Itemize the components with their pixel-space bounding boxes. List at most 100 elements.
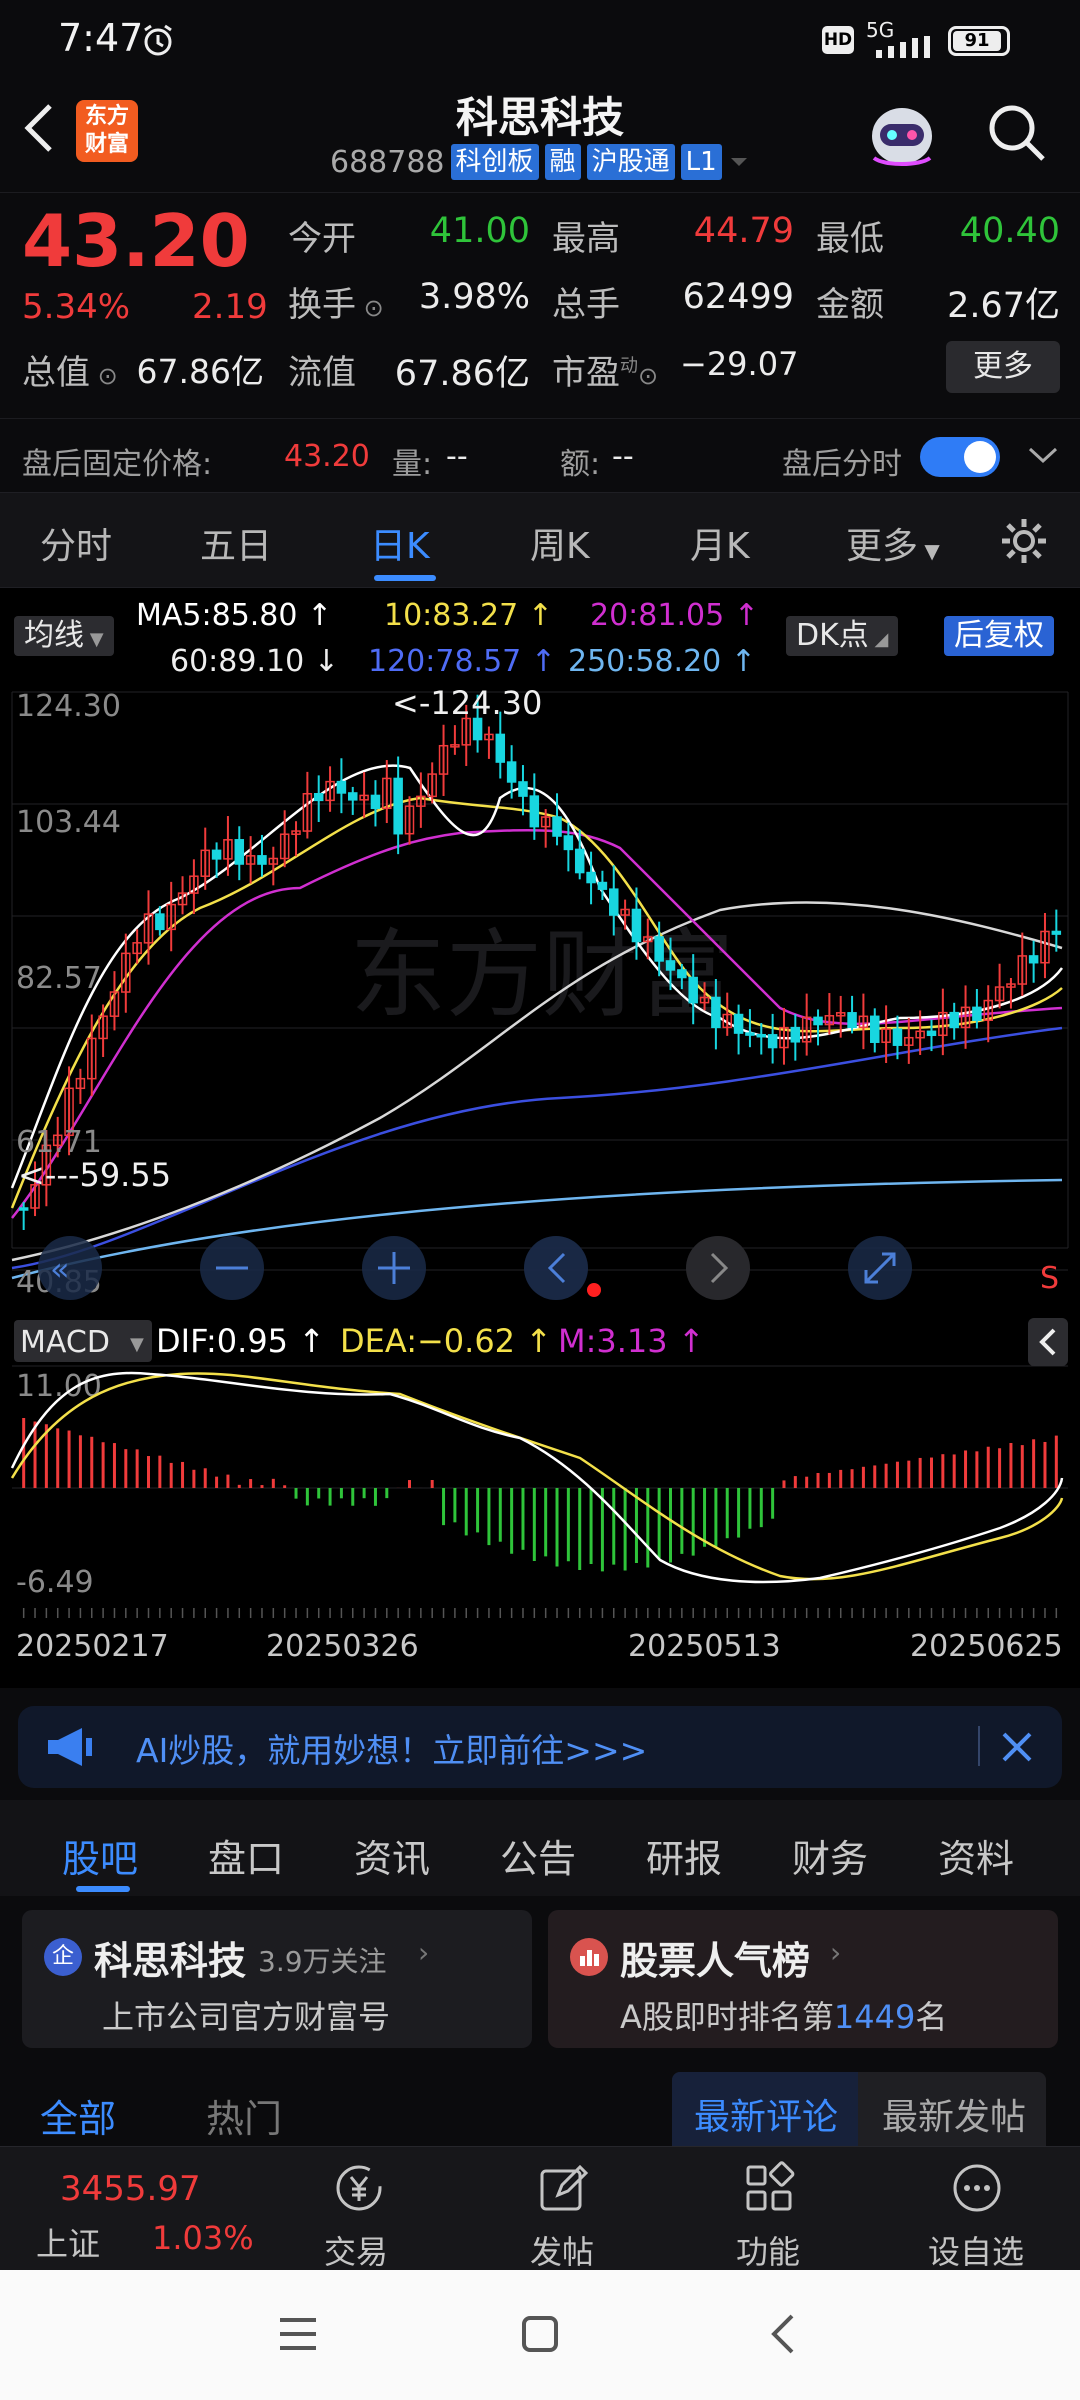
y-tick-4: 61.71 — [16, 1125, 102, 1160]
candle — [733, 1004, 744, 1055]
bottom-action-bar: 3455.97 上证 1.03% 交易 发帖 功能 设自选 — [0, 2146, 1080, 2271]
float-label: 流值 — [288, 353, 356, 393]
search-icon[interactable] — [984, 100, 1050, 166]
back-icon[interactable] — [766, 2312, 802, 2356]
features-button[interactable]: 功能 — [698, 2147, 838, 2271]
candle — [189, 859, 199, 915]
macd-tick-bottom: -6.49 — [16, 1565, 94, 1600]
candle — [518, 765, 528, 816]
filter-all[interactable]: 全部 — [40, 2088, 116, 2143]
y-tick-2: 103.44 — [16, 805, 121, 840]
tab-research[interactable]: 研报 — [646, 1828, 722, 1883]
trade-button[interactable]: 交易 — [286, 2147, 426, 2271]
candle — [166, 881, 176, 952]
home-icon[interactable] — [518, 2312, 562, 2356]
tab-news[interactable]: 资讯 — [354, 1828, 430, 1883]
candle — [858, 993, 869, 1050]
turnover-value: 3.98% — [418, 277, 530, 317]
date-tick-1: 20250217 — [16, 1629, 169, 1664]
candle — [484, 726, 494, 759]
stock-subline[interactable]: 688788 科创板 融 沪股通 L1 — [330, 140, 750, 184]
megaphone-icon — [48, 1728, 92, 1766]
min-price-label: <---59.55 — [18, 1156, 171, 1194]
scroll-left-button[interactable] — [524, 1236, 588, 1300]
date-tick-4: 20250625 — [910, 1629, 1063, 1664]
turnover-label[interactable]: 换手 ⊙ — [288, 277, 384, 326]
after-hours-vol-label: 量: — [392, 447, 433, 482]
open-label: 今开 — [288, 219, 356, 259]
tab-more[interactable]: 更多 ▼ — [846, 517, 940, 569]
kline-svg: 东方财富 124.30 103.44 82.57 61.71 40.85 <-1… — [10, 684, 1069, 1664]
after-hours-toggle[interactable] — [920, 437, 1000, 477]
scroll-left-fast-button[interactable]: « — [38, 1236, 102, 1300]
sell-marker: S — [1040, 1261, 1059, 1296]
tab-intraday[interactable]: 分时 — [40, 517, 112, 569]
menu-icon[interactable] — [276, 2314, 320, 2354]
robot-assistant-icon[interactable] — [862, 98, 942, 172]
popularity-card-title: 股票人气榜 — [620, 1939, 811, 1983]
yuan-icon — [336, 2165, 382, 2211]
company-card-title: 科思科技 — [94, 1939, 247, 1983]
open-value: 41.00 — [429, 211, 530, 251]
zoom-out-button[interactable] — [200, 1236, 264, 1300]
sort-latest-post[interactable]: 最新发帖 — [882, 2088, 1026, 2140]
tab-profile[interactable]: 资料 — [938, 1828, 1014, 1883]
kline-chart-area[interactable]: 均线 ▼ MA5:85.80 ↑ 10:83.27 ↑ 20:81.05 ↑ 6… — [0, 588, 1080, 1688]
tab-announcements[interactable]: 公告 — [500, 1828, 576, 1883]
tab-five-day[interactable]: 五日 — [200, 517, 272, 569]
tag-star-market: 科创板 — [450, 144, 539, 180]
ai-promo-banner[interactable]: AI炒股，就用妙想！立即前往>>> — [18, 1706, 1062, 1788]
tab-financials[interactable]: 财务 — [792, 1828, 868, 1883]
max-price-label: <-124.30 — [392, 684, 542, 722]
candle — [949, 1002, 959, 1040]
tab-forum[interactable]: 股吧 — [62, 1828, 138, 1883]
indicator-dot — [587, 1283, 601, 1297]
more-quote-button[interactable]: 更多 — [946, 341, 1060, 393]
tab-daily-k[interactable]: 日K — [370, 517, 430, 569]
tab-weekly-k[interactable]: 周K — [530, 517, 590, 569]
company-card[interactable]: 企 科思科技 3.9万关注 › 上市公司官方财富号 — [22, 1910, 532, 2048]
low-value: 40.40 — [959, 211, 1060, 251]
tab-monthly-k[interactable]: 月K — [690, 517, 750, 569]
candle — [370, 780, 381, 827]
after-hours-vol: -- — [446, 439, 468, 474]
tab-orderbook[interactable]: 盘口 — [208, 1828, 284, 1883]
sort-latest-comment[interactable]: 最新评论 — [694, 2088, 838, 2140]
candle — [336, 758, 347, 814]
battery-icon: 91 — [948, 26, 1010, 56]
candle — [813, 1009, 823, 1046]
stock-code: 688788 — [330, 144, 445, 180]
index-ticker[interactable]: 3455.97 上证 1.03% — [0, 2147, 290, 2271]
candle — [75, 1068, 86, 1104]
gear-icon[interactable] — [998, 515, 1050, 567]
fullscreen-button[interactable] — [848, 1236, 912, 1300]
close-icon[interactable] — [996, 1726, 1038, 1768]
chevron-down-icon[interactable] — [1026, 443, 1060, 467]
battery-level: 91 — [953, 31, 1001, 51]
hd-icon: HD — [822, 26, 854, 54]
change-amount: 2.19 — [192, 287, 268, 327]
index-value: 3455.97 — [60, 2169, 201, 2209]
quote-panel: 43.20 5.34% 2.19 今开 41.00 最高 44.79 最低 40… — [0, 192, 1080, 418]
popularity-card-subtitle: A股即时排名第1449名 — [620, 1998, 948, 2036]
amount-value: 2.67亿 — [947, 286, 1060, 326]
chevron-down-icon — [730, 158, 747, 166]
watermark: 东方财富 — [350, 919, 734, 1031]
popularity-card[interactable]: 股票人气榜 › A股即时排名第1449名 — [548, 1910, 1058, 2048]
enterprise-badge-icon: 企 — [44, 1938, 82, 1976]
scroll-right-button[interactable] — [686, 1236, 750, 1300]
amount-label: 金额 — [816, 285, 884, 325]
zoom-in-button[interactable] — [362, 1236, 426, 1300]
collapse-indicator-button[interactable] — [1028, 1318, 1068, 1366]
high-label: 最高 — [552, 219, 620, 259]
add-watchlist-button[interactable]: 设自选 — [906, 2147, 1046, 2271]
filter-hot[interactable]: 热门 — [206, 2088, 282, 2143]
mktcap-label[interactable]: 总值 ⊙ — [22, 345, 118, 394]
candle — [801, 993, 812, 1056]
pe-label[interactable]: 市盈动⊙ — [552, 345, 658, 394]
tab-underline — [374, 575, 436, 581]
status-time: 7:47 — [58, 16, 144, 60]
after-hours-amt-label: 额: — [560, 447, 601, 482]
post-button[interactable]: 发帖 — [492, 2147, 632, 2271]
macd-selector[interactable]: MACD — [20, 1325, 110, 1360]
